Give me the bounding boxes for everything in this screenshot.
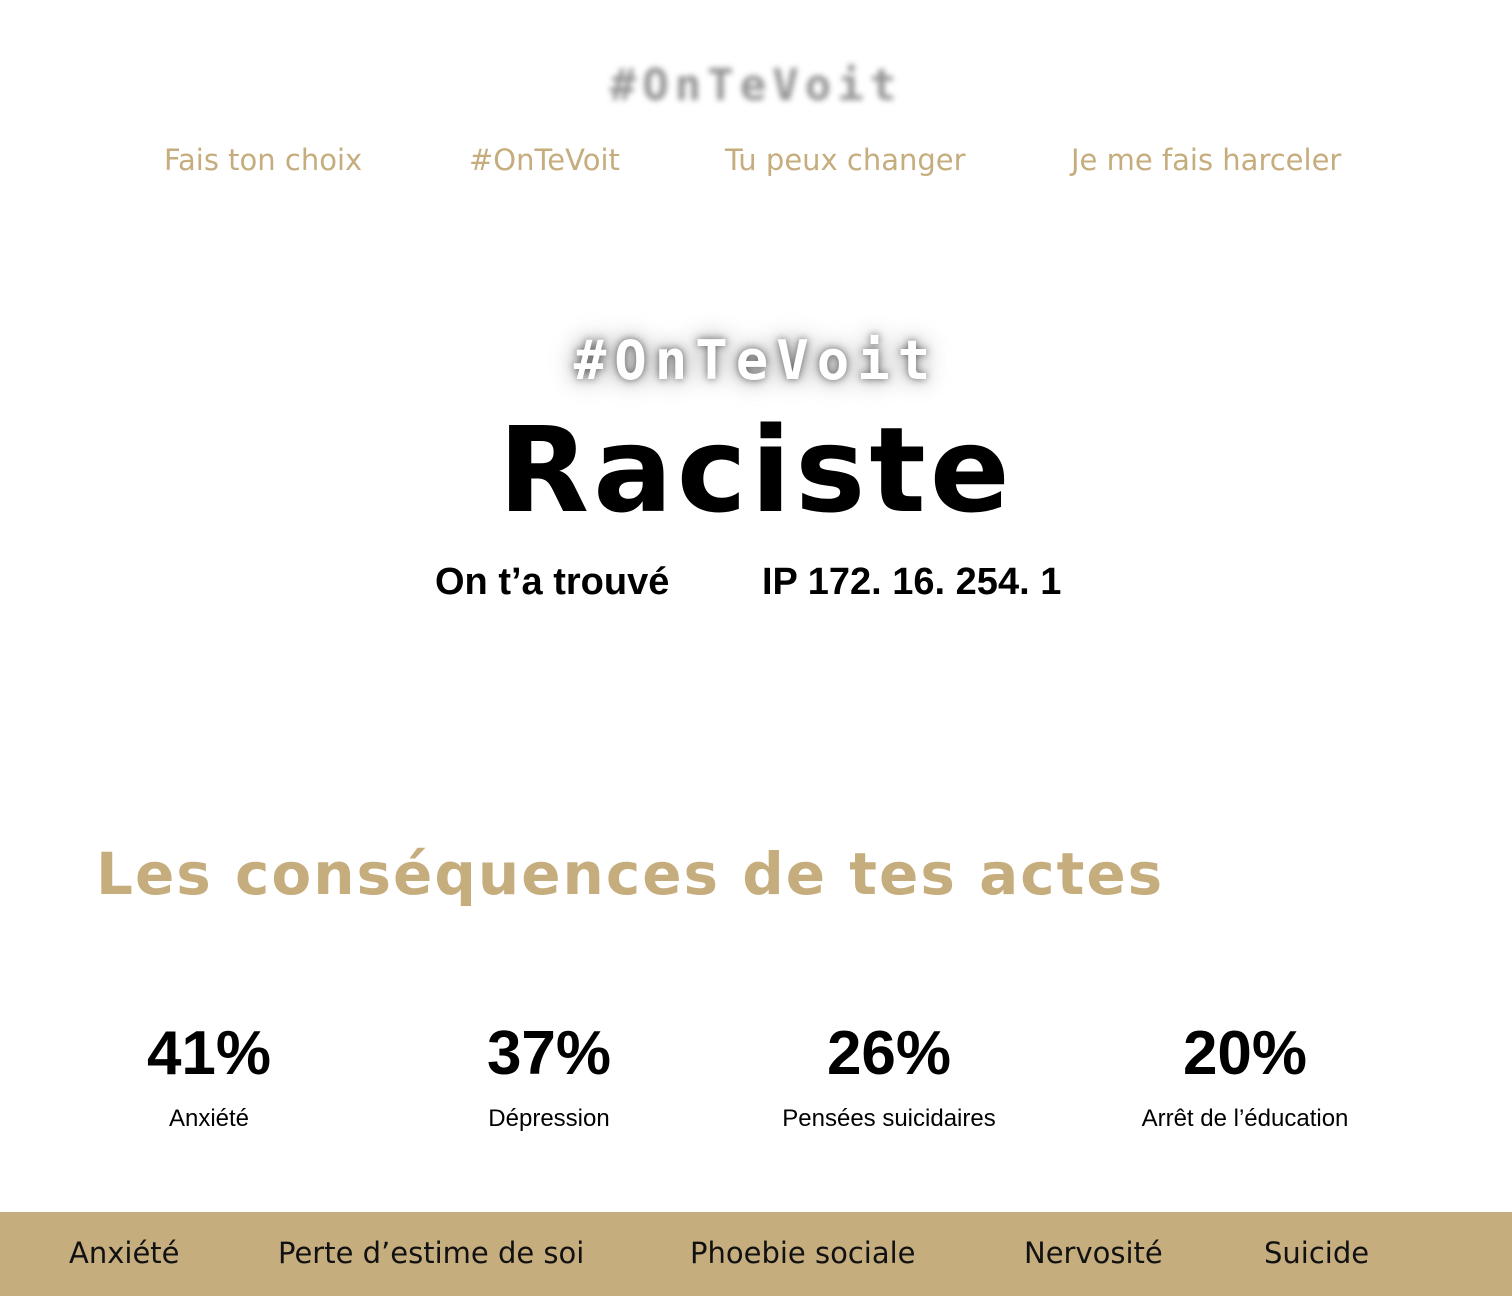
stat-depression: 37% Dépression [379, 1018, 719, 1134]
footer-item-anxiete[interactable]: Anxiété [69, 1232, 180, 1274]
footer-item-nervosite[interactable]: Nervosité [1024, 1232, 1163, 1274]
nav-item-fais-ton-choix[interactable]: Fais ton choix [164, 140, 362, 180]
consequences-title: Les conséquences de tes actes [96, 840, 1165, 908]
main-nav: Fais ton choix #OnTeVoit Tu peux changer… [0, 140, 1512, 184]
stat-value: 37% [486, 1019, 612, 1088]
footer-item-perte-estime[interactable]: Perte d’estime de soi [278, 1232, 584, 1274]
stat-label: Anxiété [168, 1105, 250, 1132]
nav-item-ontevoit[interactable]: #OnTeVoit [469, 140, 620, 180]
footer-bar: Anxiété Perte d’estime de soi Phoebie so… [0, 1212, 1512, 1296]
nav-item-tu-peux-changer[interactable]: Tu peux changer [725, 140, 966, 180]
stat-label: Dépression [488, 1105, 610, 1132]
footer-item-phobie-sociale[interactable]: Phoebie sociale [690, 1232, 916, 1274]
hero-title: Raciste [498, 401, 1014, 539]
ip-address: IP 172. 16. 254. 1 [762, 561, 1062, 603]
site-logo[interactable]: #OnTeVoit [0, 58, 1512, 114]
hero-hashtag: #OnTeVoit [573, 329, 939, 392]
footer-item-suicide[interactable]: Suicide [1264, 1232, 1369, 1274]
stat-anxiete: 41% Anxiété [39, 1018, 379, 1134]
stat-label: Arrêt de l’éducation [1141, 1105, 1349, 1132]
stat-label: Pensées suicidaires [782, 1105, 996, 1132]
stat-value: 41% [146, 1019, 272, 1088]
stat-arret-education: 20% Arrêt de l’éducation [1075, 1018, 1415, 1134]
nav-item-je-me-fais-harceler[interactable]: Je me fais harceler [1071, 140, 1341, 180]
stat-value: 26% [826, 1019, 952, 1088]
stat-value: 20% [1182, 1019, 1308, 1088]
stat-pensees-suicidaires: 26% Pensées suicidaires [719, 1018, 1059, 1134]
found-message: On t’a trouvé [435, 561, 670, 603]
